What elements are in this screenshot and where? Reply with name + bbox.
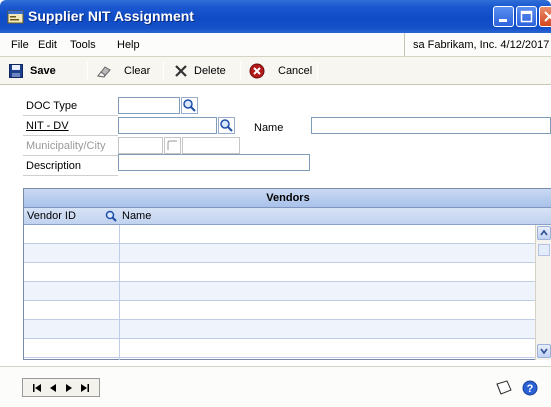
chevron-down-icon xyxy=(540,348,548,355)
municipality-desc-input xyxy=(182,137,240,154)
eraser-icon xyxy=(97,66,111,78)
nit-dv-input[interactable] xyxy=(118,117,217,134)
toolbar-divider xyxy=(163,62,164,80)
name-label: Name xyxy=(254,122,284,134)
delete-x-icon xyxy=(175,65,187,77)
table-row[interactable] xyxy=(24,225,535,244)
table-row[interactable] xyxy=(24,263,535,282)
app-window-icon xyxy=(7,10,24,24)
minimize-button[interactable] xyxy=(493,6,514,27)
municipality-label: Municipality/City xyxy=(26,140,106,152)
scroll-up-button[interactable] xyxy=(537,226,551,240)
minimize-icon xyxy=(499,19,507,22)
toolbar-divider xyxy=(317,62,318,80)
save-button[interactable]: Save xyxy=(9,62,56,80)
vendor-lookup-icon[interactable] xyxy=(104,209,118,223)
column-name[interactable]: Name xyxy=(122,210,151,222)
description-input[interactable] xyxy=(118,154,310,171)
save-label: Save xyxy=(30,65,56,77)
clear-label: Clear xyxy=(124,65,151,77)
grid-header: Vendor ID Name xyxy=(24,208,551,225)
toolbar-divider xyxy=(87,62,88,80)
last-record-button[interactable] xyxy=(80,383,90,393)
name-input[interactable] xyxy=(311,117,551,134)
maximize-button[interactable] xyxy=(516,6,537,27)
table-row[interactable] xyxy=(24,301,535,320)
cancel-icon xyxy=(249,63,265,79)
toolbar-divider xyxy=(240,62,241,80)
bottom-bar: ? xyxy=(0,366,551,407)
delete-label: Delete xyxy=(194,65,226,77)
next-record-icon xyxy=(66,383,72,392)
scroll-thumb[interactable] xyxy=(538,244,550,256)
column-vendor-id[interactable]: Vendor ID xyxy=(27,210,76,222)
nit-dv-lookup-icon[interactable] xyxy=(218,117,235,134)
doc-type-input[interactable] xyxy=(118,97,180,114)
previous-record-icon xyxy=(50,383,56,392)
table-row[interactable] xyxy=(24,282,535,301)
next-record-button[interactable] xyxy=(64,383,74,393)
record-navigation xyxy=(22,378,100,397)
grid-title: Vendors xyxy=(24,189,551,208)
description-label: Description xyxy=(26,160,82,172)
vendors-grid: Vendors Vendor ID Name xyxy=(23,188,551,360)
delete-button[interactable]: Delete xyxy=(174,62,226,80)
chevron-up-icon xyxy=(540,229,548,236)
table-row[interactable] xyxy=(24,339,535,358)
title-bar: Supplier NIT Assignment xyxy=(0,0,551,33)
note-icon[interactable] xyxy=(495,380,513,396)
first-record-button[interactable] xyxy=(32,383,42,393)
window-title: Supplier NIT Assignment xyxy=(28,8,194,24)
vertical-scrollbar[interactable] xyxy=(535,225,551,360)
svg-text:?: ? xyxy=(527,383,534,395)
toolbar: Save Clear Delete Cancel xyxy=(0,57,551,85)
cancel-label: Cancel xyxy=(278,65,313,77)
column-divider xyxy=(119,225,120,360)
scroll-down-button[interactable] xyxy=(537,344,551,358)
field-underline xyxy=(23,175,118,176)
previous-record-button[interactable] xyxy=(48,383,58,393)
field-underline xyxy=(23,135,118,136)
municipality-lookup-icon xyxy=(164,137,181,154)
table-row[interactable] xyxy=(24,244,535,263)
clear-button[interactable]: Clear xyxy=(96,62,150,80)
first-record-icon xyxy=(33,383,41,392)
cancel-button[interactable]: Cancel xyxy=(249,62,312,80)
menu-edit[interactable]: Edit xyxy=(38,39,57,51)
municipality-input xyxy=(118,137,163,154)
doc-type-lookup-icon[interactable] xyxy=(181,97,198,114)
close-icon xyxy=(544,11,551,22)
last-record-icon xyxy=(81,383,89,392)
menu-tools[interactable]: Tools xyxy=(70,39,96,51)
company-date-info: sa Fabrikam, Inc. 4/12/2017 xyxy=(404,33,551,56)
doc-type-label: DOC Type xyxy=(26,100,78,112)
menu-help[interactable]: Help xyxy=(117,39,140,51)
field-underline xyxy=(23,115,118,116)
table-row[interactable] xyxy=(24,320,535,339)
maximize-icon xyxy=(520,10,533,23)
nit-dv-label[interactable]: NIT - DV xyxy=(26,120,69,132)
save-disk-icon xyxy=(9,64,23,78)
field-underline xyxy=(23,155,118,156)
close-button[interactable] xyxy=(539,6,551,27)
help-icon[interactable]: ? xyxy=(522,380,538,396)
menu-file[interactable]: File xyxy=(11,39,29,51)
